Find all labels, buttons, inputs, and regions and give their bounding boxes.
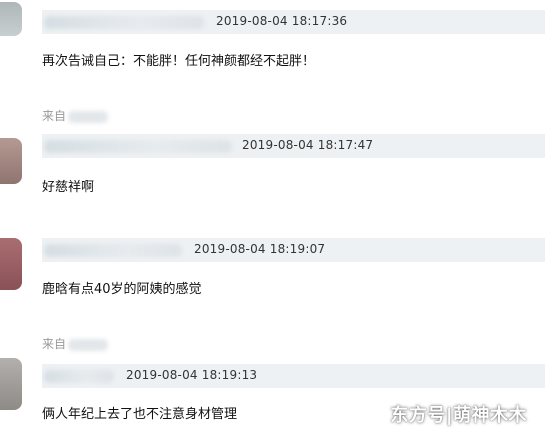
comment-source: 来自 [42, 107, 109, 124]
comment-timestamp: 2019-08-04 18:17:36 [216, 14, 348, 28]
comment-source: 来自 [42, 335, 109, 352]
comment-meta-bar: 2019-08-04 18:17:36 [42, 10, 545, 34]
avatar[interactable] [0, 238, 22, 290]
comment-meta-bar: 2019-08-04 18:19:07 [42, 238, 545, 262]
comment-timestamp: 2019-08-04 18:17:47 [242, 138, 374, 152]
username-blurred[interactable] [44, 370, 114, 383]
username-blurred[interactable] [44, 16, 204, 29]
comment-timestamp: 2019-08-04 18:19:13 [126, 368, 258, 382]
username-blurred[interactable] [44, 140, 232, 153]
source-blurred[interactable] [68, 110, 109, 123]
source-blurred[interactable] [68, 338, 109, 351]
avatar[interactable] [0, 138, 22, 184]
comment-text: 鹿晗有点40岁的阿姨的感觉 [42, 282, 202, 297]
avatar[interactable] [0, 358, 22, 410]
comment-meta-bar: 2019-08-04 18:19:13 [42, 364, 545, 388]
source-label: 来自 [42, 109, 67, 123]
comment-text: 再次告诫自己：不能胖！任何神颜都经不起胖！ [42, 54, 316, 69]
comment-timestamp: 2019-08-04 18:19:07 [194, 242, 326, 256]
source-label: 来自 [42, 337, 67, 351]
comment-text: 俩人年纪上去了也不注意身材管理 [42, 407, 238, 422]
username-blurred[interactable] [44, 244, 182, 257]
avatar[interactable] [0, 2, 22, 36]
watermark: 东方号|萌神木木 [390, 405, 527, 426]
comment-text: 好慈祥啊 [42, 180, 95, 195]
comment-meta-bar: 2019-08-04 18:17:47 [42, 134, 545, 158]
